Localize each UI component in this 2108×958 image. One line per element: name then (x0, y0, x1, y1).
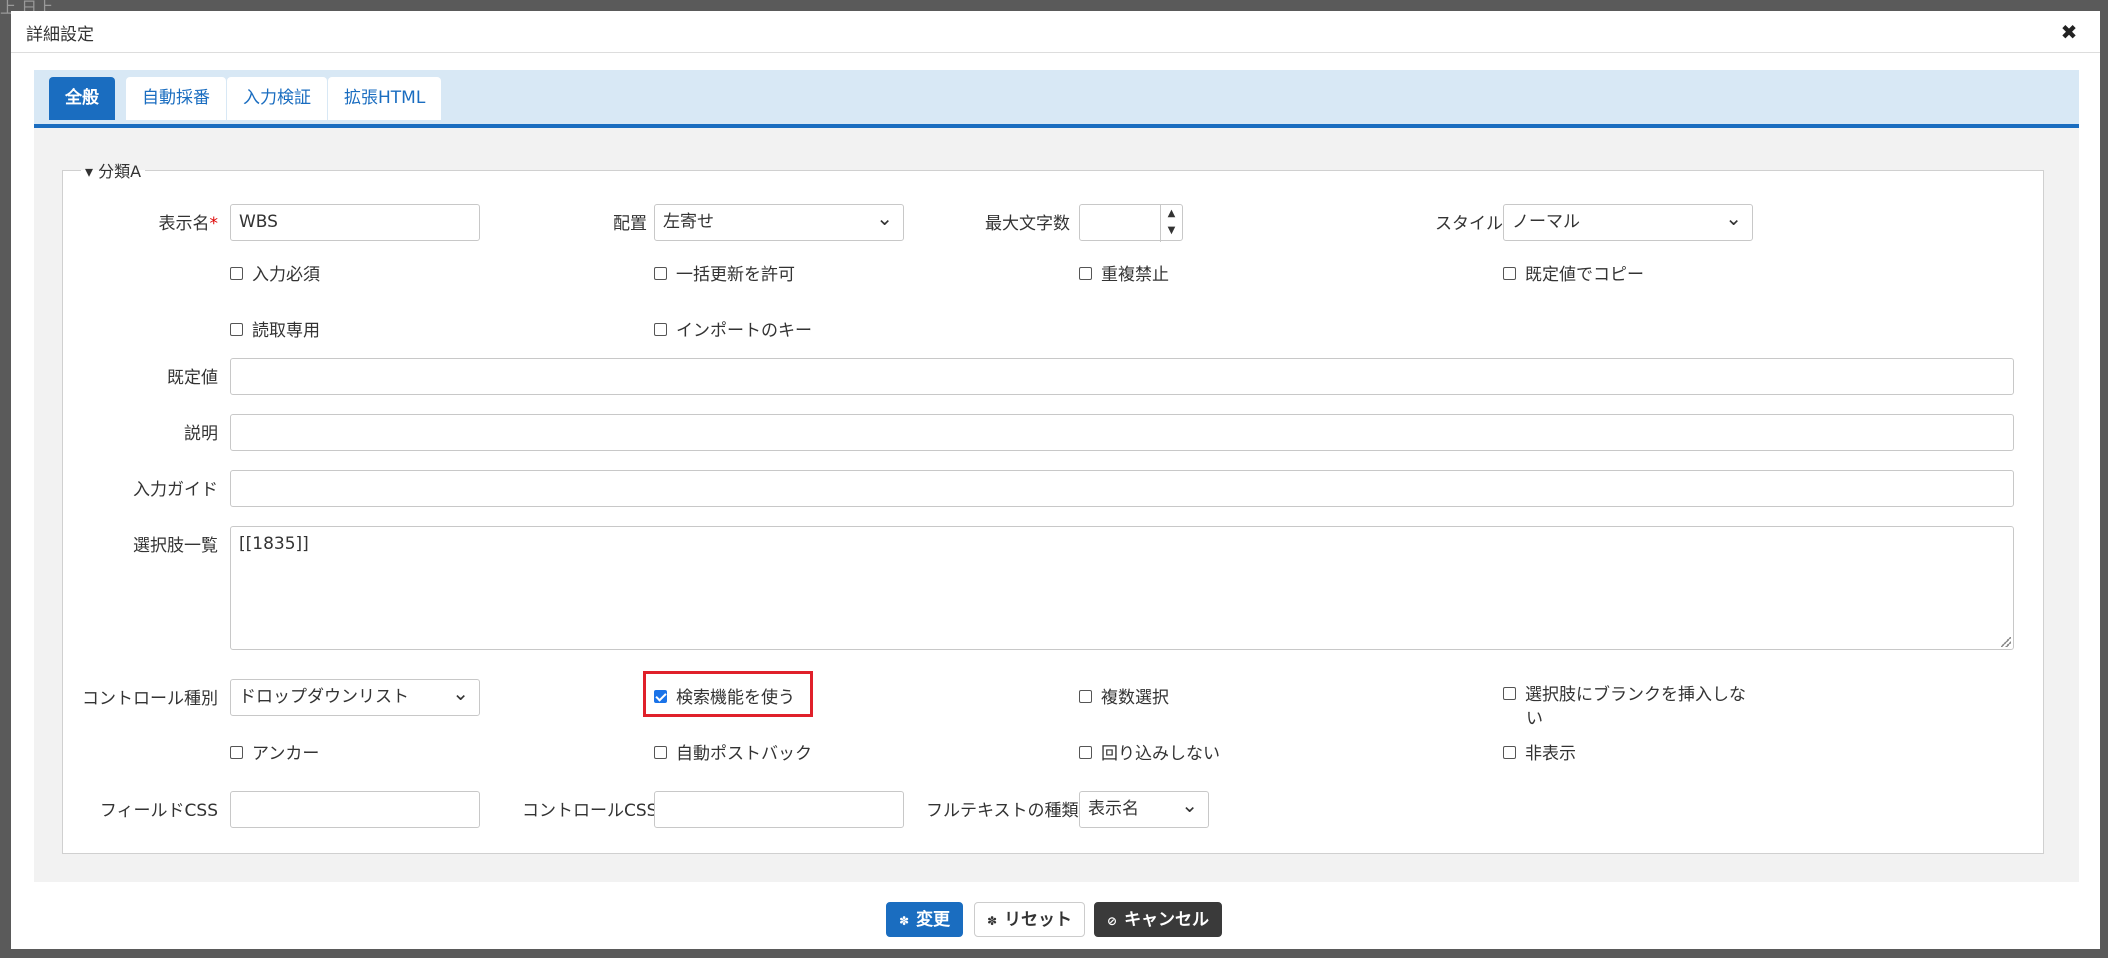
spin-up-icon[interactable]: ▲ (1161, 205, 1182, 222)
checkbox-icon[interactable] (1503, 266, 1516, 280)
default-value-input[interactable] (230, 358, 2014, 395)
spin-down-icon[interactable]: ▼ (1161, 222, 1182, 239)
no-duplicate-checkbox[interactable]: 重複禁止 (1079, 260, 1169, 285)
checkbox-icon[interactable] (654, 322, 667, 336)
description-label: 説明 (184, 424, 218, 444)
no-wrap-checkbox[interactable]: 回り込みしない (1079, 739, 1220, 764)
default-value-label: 既定値 (167, 368, 218, 388)
alignment-label: 配置 (613, 214, 647, 234)
checkbox-icon[interactable] (230, 322, 243, 336)
control-type-label: コントロール種別 (82, 689, 218, 709)
input-guide-input[interactable] (230, 470, 2014, 507)
read-only-checkbox[interactable]: 読取専用 (230, 316, 320, 341)
use-search-checkbox[interactable]: 検索機能を使う (654, 683, 795, 708)
checkbox-icon[interactable] (654, 266, 667, 280)
tab-content: ▾ 分類A 表示名* WBS 配置 左寄せ 最大文字数 ▲ ▼ スタイル ノーマ… (34, 128, 2079, 882)
checkbox-icon[interactable] (1503, 745, 1516, 759)
max-chars-input[interactable]: ▲ ▼ (1079, 204, 1183, 242)
display-name-label: 表示名* (158, 214, 219, 234)
checkbox-icon[interactable] (654, 745, 667, 759)
group-a-fieldset: ▾ 分類A 表示名* WBS 配置 左寄せ 最大文字数 ▲ ▼ スタイル ノーマ… (62, 158, 2044, 854)
number-spinner[interactable]: ▲ ▼ (1160, 205, 1182, 242)
control-css-label: コントロールCSS (522, 801, 658, 821)
multiple-select-checkbox[interactable]: 複数選択 (1079, 683, 1169, 708)
required-mark: * (209, 214, 219, 234)
description-input[interactable] (230, 414, 2014, 451)
detail-settings-dialog: 詳細設定 ✖ 全般 自動採番 入力検証 拡張HTML ▾ 分類A 表示名* WB… (11, 11, 2100, 949)
hidden-checkbox[interactable]: 非表示 (1503, 739, 1576, 764)
cancel-icon: ⊘ (1107, 914, 1118, 928)
field-css-label: フィールドCSS (99, 801, 218, 821)
reset-button[interactable]: ✽ リセット (974, 902, 1086, 937)
checkbox-icon[interactable] (230, 266, 243, 280)
cancel-button[interactable]: ⊘ キャンセル (1094, 902, 1223, 937)
control-css-input[interactable] (654, 791, 904, 828)
checkbox-checked-icon[interactable] (654, 689, 667, 703)
style-label: スタイル (1435, 214, 1503, 234)
checkbox-icon[interactable] (1079, 745, 1092, 759)
tab-input-validation[interactable]: 入力検証 (227, 77, 327, 120)
fulltext-type-select[interactable]: 表示名 (1079, 788, 1209, 828)
choices-text: [[1835]] (239, 534, 309, 554)
dialog-titlebar: 詳細設定 ✖ (11, 11, 2100, 53)
import-key-checkbox[interactable]: インポートのキー (654, 316, 812, 341)
checkbox-icon[interactable] (1503, 686, 1516, 700)
bulk-update-checkbox[interactable]: 一括更新を許可 (654, 260, 795, 285)
auto-postback-checkbox[interactable]: 自動ポストバック (654, 739, 812, 764)
change-button[interactable]: ✽ 変更 (886, 902, 964, 937)
display-name-input[interactable]: WBS (230, 204, 480, 241)
required-checkbox[interactable]: 入力必須 (230, 260, 320, 285)
alignment-select[interactable]: 左寄せ (654, 201, 904, 241)
choices-textarea[interactable]: [[1835]] (230, 526, 2014, 650)
fulltext-type-label: フルテキストの種類 (926, 801, 1079, 821)
field-css-input[interactable] (230, 791, 480, 828)
max-chars-label: 最大文字数 (985, 214, 1070, 234)
no-blank-insert-checkbox[interactable]: 選択肢にブランクを挿入しない (1503, 683, 1746, 731)
copy-default-checkbox[interactable]: 既定値でコピー (1503, 260, 1644, 285)
gear-icon: ✽ (899, 914, 910, 928)
group-a-legend[interactable]: ▾ 分類A (81, 158, 145, 182)
checkbox-icon[interactable] (1079, 689, 1092, 703)
close-icon[interactable]: ✖ (2058, 21, 2080, 43)
gear-icon: ✽ (987, 914, 998, 928)
choices-label: 選択肢一覧 (133, 536, 218, 556)
dialog-title: 詳細設定 (26, 25, 94, 45)
tab-extended-html[interactable]: 拡張HTML (328, 77, 442, 120)
tab-bar: 全般 自動採番 入力検証 拡張HTML (34, 70, 2079, 128)
resize-grip-icon[interactable] (2001, 637, 2011, 647)
tab-auto-numbering[interactable]: 自動採番 (126, 77, 226, 120)
checkbox-icon[interactable] (230, 745, 243, 759)
checkbox-icon[interactable] (1079, 266, 1092, 280)
anchor-checkbox[interactable]: アンカー (230, 739, 319, 764)
style-select[interactable]: ノーマル (1503, 201, 1753, 241)
tab-general[interactable]: 全般 (49, 77, 115, 120)
control-type-select[interactable]: ドロップダウンリスト (230, 676, 480, 716)
input-guide-label: 入力ガイド (133, 480, 218, 500)
